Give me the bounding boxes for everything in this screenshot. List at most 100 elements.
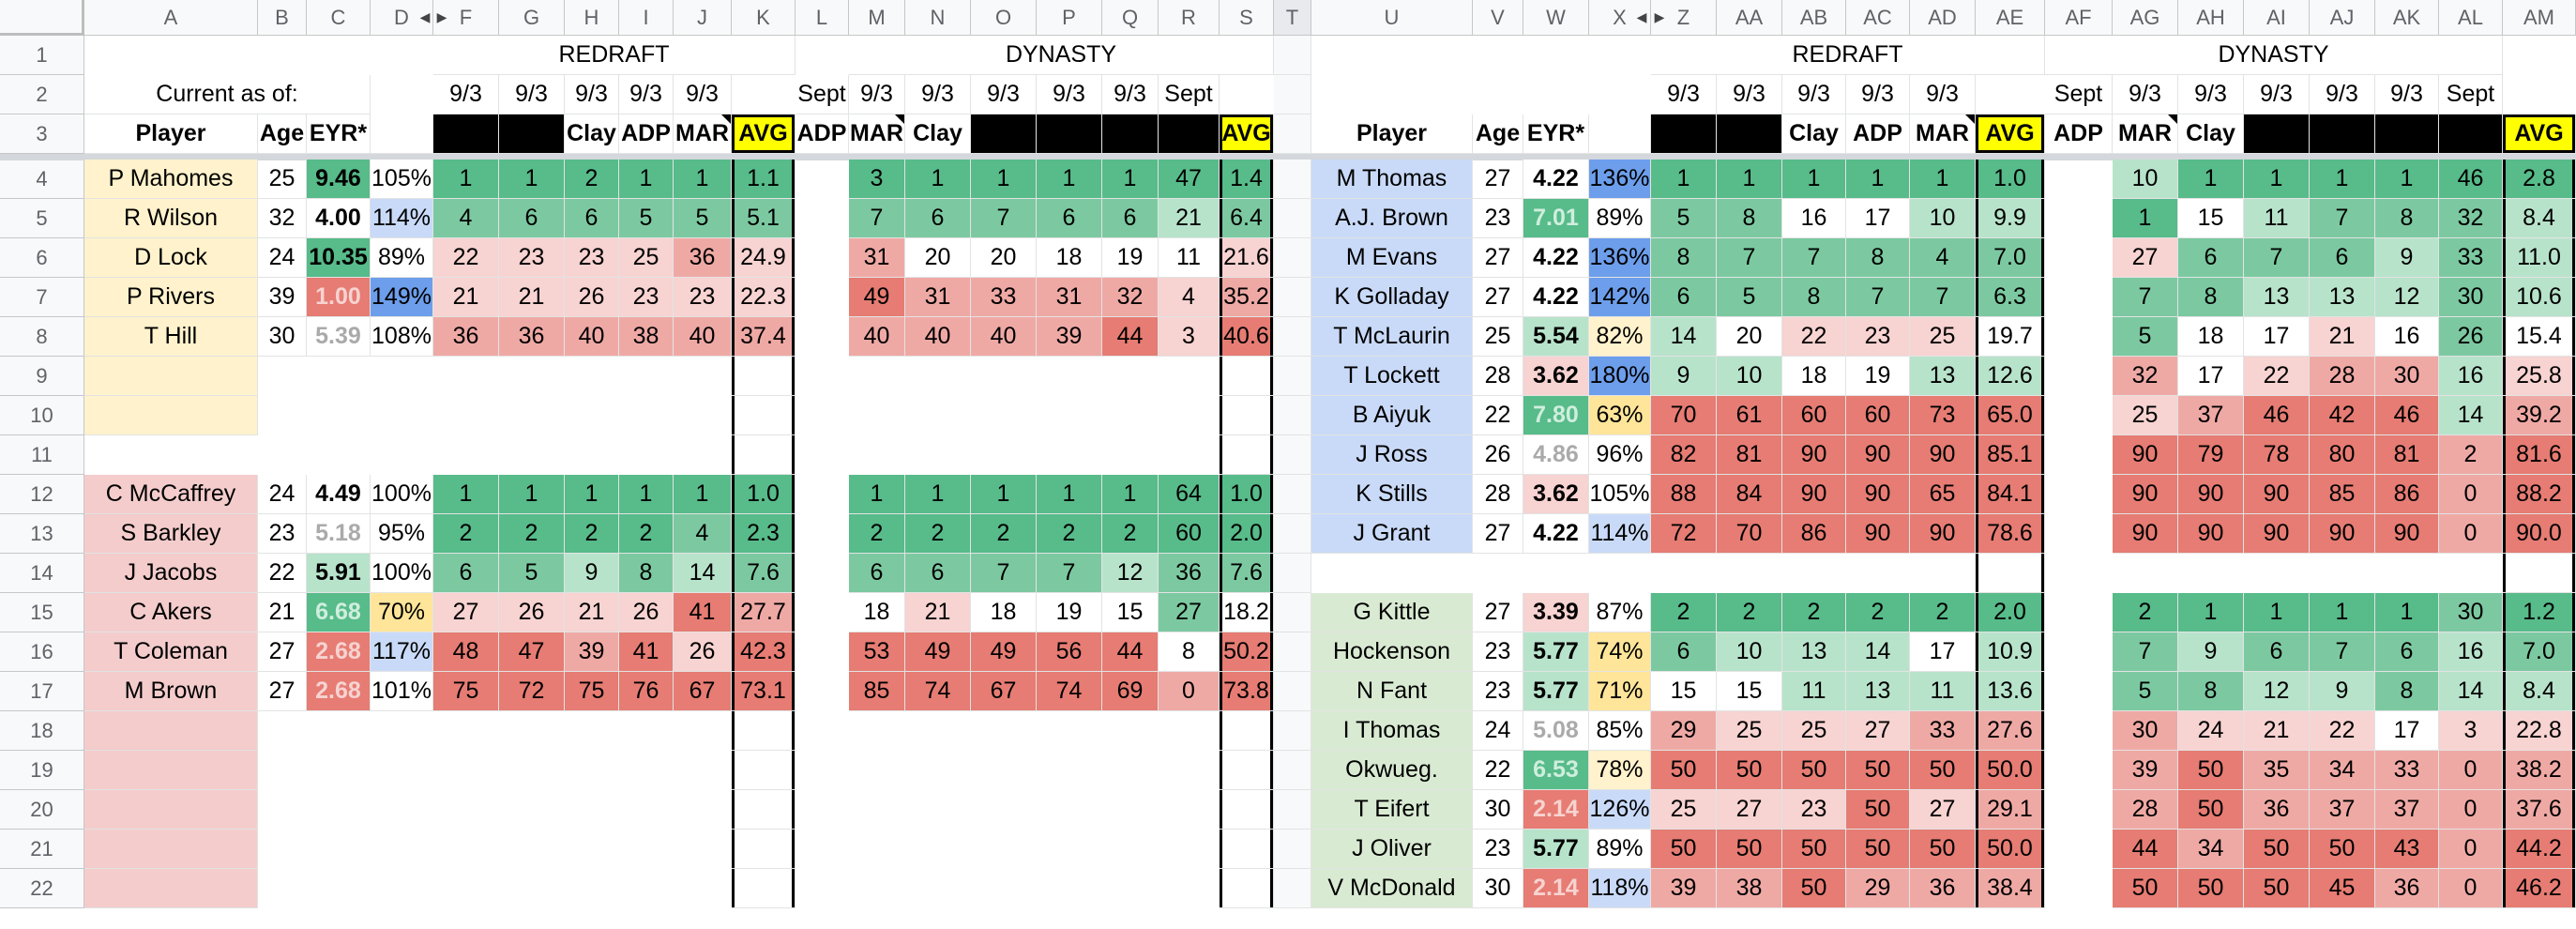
dynasty-sept[interactable]: 11 (1159, 238, 1220, 278)
dynasty-rank[interactable]: 46 (2244, 396, 2310, 435)
date-cell-left-d-12[interactable]: 9/3 (905, 75, 971, 114)
redraft-rank[interactable]: 38 (1717, 869, 1782, 908)
column-header-h[interactable]: H (565, 0, 619, 36)
player-pct[interactable]: 126% (1589, 790, 1651, 830)
dynasty-rank[interactable]: 44 (1102, 317, 1159, 357)
dynasty-avg[interactable]: 15.4 (2503, 317, 2576, 357)
dynasty-sept[interactable]: 16 (2439, 357, 2503, 396)
redraft-rank[interactable]: 7 (1782, 238, 1846, 278)
player-pct[interactable]: 70% (371, 593, 433, 632)
dynasty-avg[interactable]: 90.0 (2503, 514, 2576, 554)
dynasty-rank[interactable]: 18 (2178, 317, 2244, 357)
dynasty-rank[interactable]: 1 (2310, 160, 2375, 199)
column-header-o[interactable]: O (971, 0, 1037, 36)
redraft-avg[interactable]: 65.0 (1976, 396, 2045, 435)
player-eyr[interactable]: 5.77 (1523, 830, 1589, 869)
redraft-rank[interactable]: 50 (1782, 751, 1846, 790)
row-header-22[interactable]: 22 (0, 869, 84, 908)
row-header-2[interactable]: 2 (0, 75, 84, 114)
sept-cell-right-2[interactable]: Sept (2439, 75, 2503, 114)
redraft-rank[interactable]: 14 (674, 554, 732, 593)
dynasty-sept[interactable]: 64 (1159, 475, 1220, 514)
date-cell-right-r-6[interactable]: 9/3 (1782, 75, 1846, 114)
dynasty-rank[interactable]: 7 (849, 199, 905, 238)
dynasty-rank[interactable]: 6 (2244, 632, 2310, 672)
player-eyr[interactable]: 7.80 (1523, 396, 1589, 435)
dynasty-rank[interactable]: 11 (2244, 199, 2310, 238)
player-age[interactable]: 28 (1473, 357, 1523, 396)
dynasty-rank[interactable]: 90 (2178, 475, 2244, 514)
dynasty-rank[interactable]: 21 (905, 593, 971, 632)
redraft-rank[interactable]: 6 (433, 554, 499, 593)
redraft-rank[interactable]: 1 (674, 475, 732, 514)
redraft-avg[interactable]: 9.9 (1976, 199, 2045, 238)
dynasty-rank[interactable]: 1 (905, 160, 971, 199)
row-header-19[interactable]: 19 (0, 751, 84, 790)
player-age[interactable]: 23 (1473, 199, 1523, 238)
row-header-4[interactable]: 4 (0, 160, 84, 199)
redraft-rank[interactable]: 23 (499, 238, 565, 278)
dynasty-rank[interactable]: 49 (971, 632, 1037, 672)
player-eyr[interactable]: 4.22 (1523, 238, 1589, 278)
dynasty-rank[interactable]: 18 (1037, 238, 1102, 278)
redraft-rank[interactable]: 50 (1782, 830, 1846, 869)
redraft-rank[interactable]: 29 (1846, 869, 1910, 908)
dynasty-rank[interactable]: 50 (2244, 830, 2310, 869)
redraft-rank[interactable]: 15 (1651, 672, 1717, 711)
player-age[interactable]: 32 (258, 199, 307, 238)
redraft-rank[interactable]: 76 (619, 672, 674, 711)
redraft-rank[interactable]: 40 (674, 317, 732, 357)
row-header-3[interactable]: 3 (0, 114, 84, 154)
column-header-ac[interactable]: AC (1846, 0, 1910, 36)
redraft-rank[interactable]: 21 (433, 278, 499, 317)
mar-header-r-right[interactable]: MAR (1910, 114, 1976, 154)
redraft-hidden-2-right[interactable] (1717, 114, 1782, 154)
dynasty-rank[interactable]: 35 (2244, 751, 2310, 790)
player-name[interactable]: V McDonald (1311, 869, 1473, 908)
separator-column-t[interactable] (1274, 75, 1311, 114)
row-header-18[interactable]: 18 (0, 711, 84, 751)
redraft-rank[interactable]: 36 (499, 317, 565, 357)
redraft-rank[interactable]: 10 (1717, 632, 1782, 672)
player-pct[interactable]: 78% (1589, 751, 1651, 790)
dynasty-rank[interactable]: 1 (1102, 160, 1159, 199)
redraft-rank[interactable]: 2 (1910, 593, 1976, 632)
player-age[interactable]: 27 (258, 672, 307, 711)
player-age[interactable]: 28 (1473, 475, 1523, 514)
dynasty-avg[interactable]: 1.0 (1220, 475, 1274, 514)
column-header-s[interactable]: S (1220, 0, 1274, 36)
dynasty-rank[interactable]: 49 (849, 278, 905, 317)
redraft-avg[interactable]: 7.6 (732, 554, 796, 593)
dynasty-rank[interactable]: 1 (2310, 593, 2375, 632)
dynasty-rank[interactable]: 44 (2113, 830, 2178, 869)
redraft-rank[interactable]: 25 (1651, 790, 1717, 830)
dynasty-avg[interactable]: 50.2 (1220, 632, 1274, 672)
column-header-aj[interactable]: AJ (2310, 0, 2375, 36)
qb-empty-cell[interactable] (84, 396, 258, 435)
redraft-avg[interactable]: 27.6 (1976, 711, 2045, 751)
redraft-rank[interactable]: 38 (619, 317, 674, 357)
redraft-rank[interactable]: 26 (619, 593, 674, 632)
redraft-rank[interactable]: 16 (1782, 199, 1846, 238)
expand-hidden-columns-left-icon-2[interactable]: ◀ (1635, 8, 1648, 26)
dynasty-rank[interactable]: 24 (2178, 711, 2244, 751)
redraft-rank[interactable]: 2 (619, 514, 674, 554)
player-age[interactable]: 23 (1473, 632, 1523, 672)
age-header-right[interactable]: Age (1473, 114, 1523, 154)
player-name[interactable]: T Coleman (84, 632, 258, 672)
redraft-rank[interactable]: 11 (1782, 672, 1846, 711)
dynasty-rank[interactable]: 13 (2310, 278, 2375, 317)
dynasty-rank[interactable]: 17 (2178, 357, 2244, 396)
separator-column-t[interactable] (1274, 751, 1311, 790)
dynasty-rank[interactable]: 31 (905, 278, 971, 317)
redraft-rank[interactable]: 70 (1651, 396, 1717, 435)
redraft-rank[interactable]: 60 (1846, 396, 1910, 435)
player-pct[interactable]: 136% (1589, 160, 1651, 199)
dynasty-header-right[interactable]: DYNASTY (2045, 36, 2503, 75)
redraft-rank[interactable]: 1 (1651, 160, 1717, 199)
dynasty-rank[interactable]: 74 (1037, 672, 1102, 711)
dynasty-rank[interactable]: 34 (2310, 751, 2375, 790)
dynasty-rank[interactable]: 2 (849, 514, 905, 554)
redraft-rank[interactable]: 61 (1717, 396, 1782, 435)
dynasty-rank[interactable]: 40 (849, 317, 905, 357)
